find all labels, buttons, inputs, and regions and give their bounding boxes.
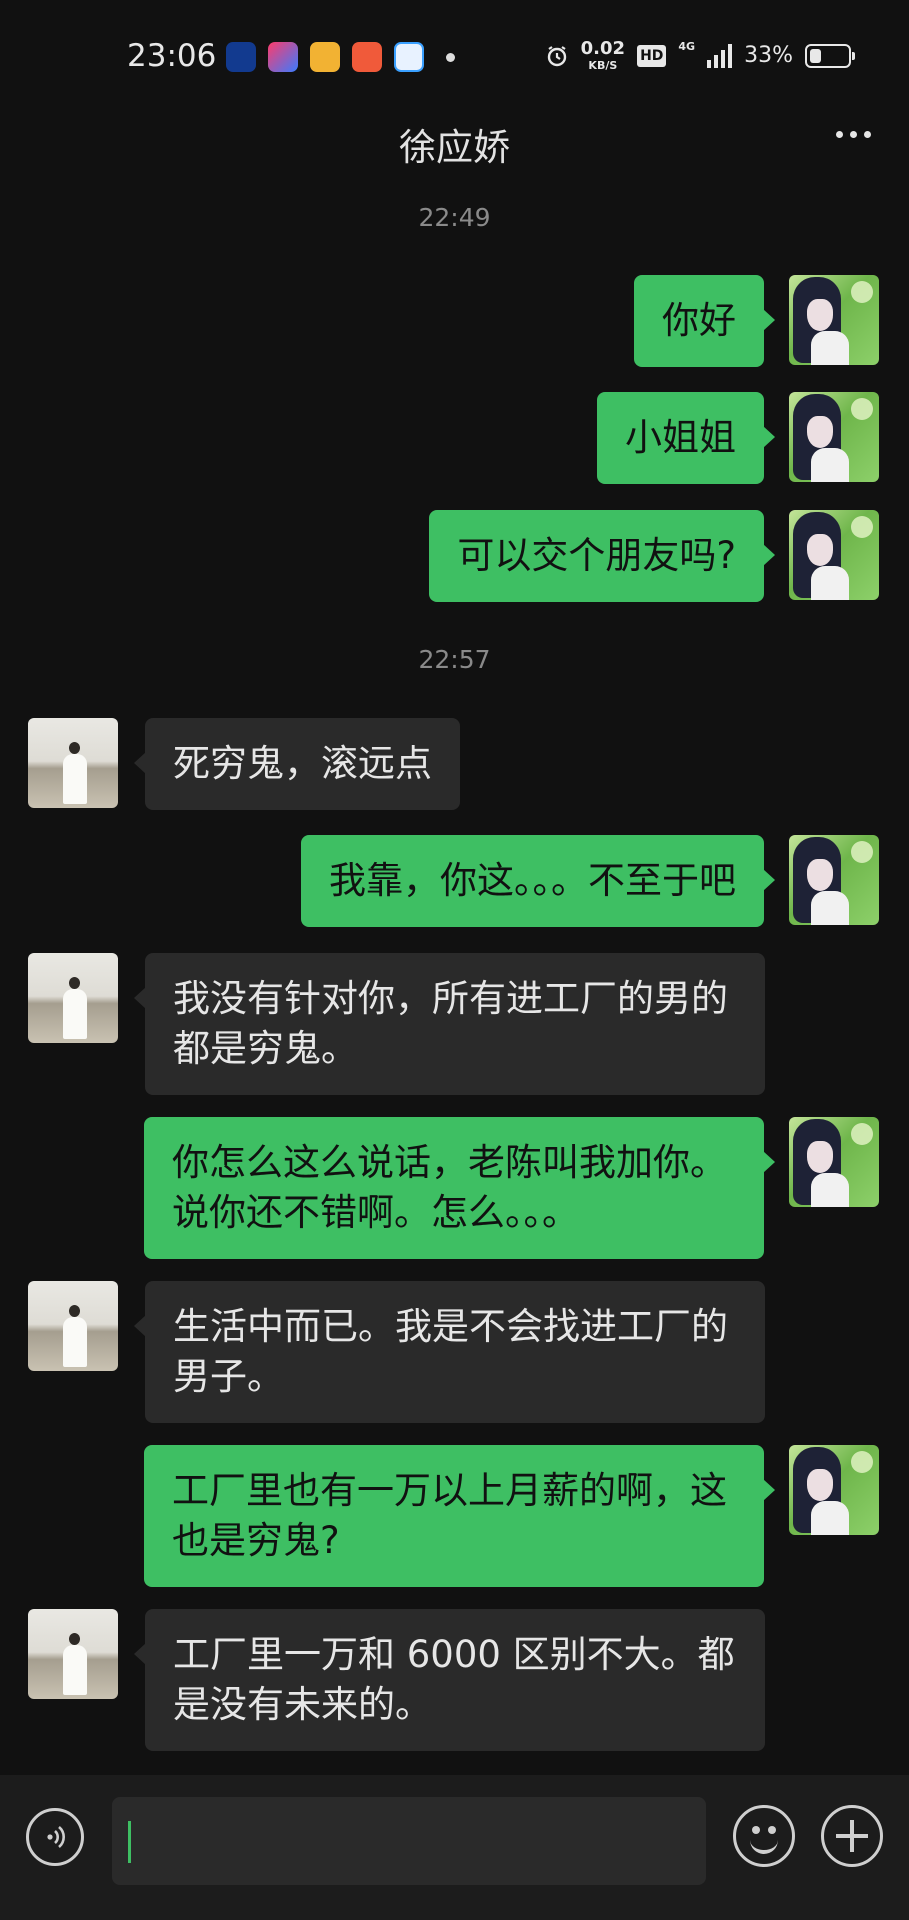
- fanqie-app-icon: [352, 42, 382, 72]
- message-bubble-outgoing[interactable]: 小姐姐: [597, 392, 775, 484]
- message-bubble-outgoing[interactable]: 我靠，你这。。。不至于吧: [301, 835, 775, 927]
- message-bubble-incoming[interactable]: 工厂里一万和 6000 区别不大。都是没有未来的。: [134, 1609, 765, 1751]
- signal-type-label: 4G: [678, 40, 696, 53]
- hd-icon: HD: [637, 44, 667, 67]
- battery-icon: [805, 43, 855, 68]
- battery-fill: [810, 48, 821, 63]
- message-bubble-outgoing[interactable]: 你好: [634, 275, 775, 367]
- status-time: 23:06: [127, 38, 217, 74]
- status-right-group: 0.02 KB/S HD 4G 33%: [545, 38, 855, 72]
- contact-avatar[interactable]: [28, 1281, 118, 1371]
- browser-app-icon: [394, 42, 424, 72]
- text-caret: [128, 1821, 131, 1863]
- contact-avatar[interactable]: [28, 953, 118, 1043]
- more-dots-icon[interactable]: [836, 131, 871, 138]
- contact-avatar[interactable]: [28, 1609, 118, 1699]
- notification-app-icons: [226, 42, 455, 72]
- my-avatar[interactable]: [789, 1117, 879, 1207]
- 12123-app-icon: [226, 42, 256, 72]
- my-avatar[interactable]: [789, 835, 879, 925]
- battery-percent: 33%: [744, 43, 793, 68]
- emoji-icon[interactable]: [733, 1805, 795, 1867]
- message-bubble-outgoing[interactable]: 工厂里也有一万以上月薪的啊，这也是穷鬼?: [144, 1445, 775, 1587]
- message-bubble-incoming[interactable]: 生活中而已。我是不会找进工厂的男子。: [134, 1281, 765, 1423]
- chat-title: 徐应娇: [399, 126, 510, 169]
- message-bubble-incoming[interactable]: 我没有针对你，所有进工厂的男的都是穷鬼。: [134, 953, 765, 1095]
- alarm-icon: [547, 45, 566, 66]
- voice-icon[interactable]: [26, 1808, 84, 1866]
- video-app-icon: [268, 42, 298, 72]
- weibo-icon: [310, 42, 340, 72]
- network-speed-unit: KB/S: [588, 59, 618, 72]
- message-input[interactable]: [112, 1797, 706, 1885]
- chat-area[interactable]: 22:49 你好 小姐姐 可以交个朋友吗? 22:57 死穷鬼，滚远点 我靠，你…: [0, 190, 909, 1768]
- more-notifications-dot-icon: [446, 52, 455, 62]
- message-bubble-incoming[interactable]: 死穷鬼，滚远点: [134, 718, 460, 810]
- timestamp: 22:57: [418, 645, 491, 674]
- plus-icon[interactable]: [821, 1805, 883, 1867]
- contact-avatar[interactable]: [28, 718, 118, 808]
- my-avatar[interactable]: [789, 510, 879, 600]
- network-speed-value: 0.02: [580, 38, 626, 59]
- my-avatar[interactable]: [789, 1445, 879, 1535]
- message-bubble-outgoing[interactable]: 可以交个朋友吗?: [429, 510, 775, 602]
- my-avatar[interactable]: [789, 275, 879, 365]
- message-bubble-outgoing[interactable]: 你怎么这么说话，老陈叫我加你。说你还不错啊。怎么。。。: [144, 1117, 775, 1259]
- voice-waves-icon: [47, 1826, 65, 1848]
- network-speed: 0.02 KB/S: [580, 38, 626, 72]
- input-bar: [0, 1775, 909, 1920]
- my-avatar[interactable]: [789, 392, 879, 482]
- signal-bars-icon: [707, 43, 733, 68]
- timestamp: 22:49: [418, 203, 491, 232]
- status-bar: 23:06 0.02 KB/S HD 4G 33%: [0, 0, 909, 118]
